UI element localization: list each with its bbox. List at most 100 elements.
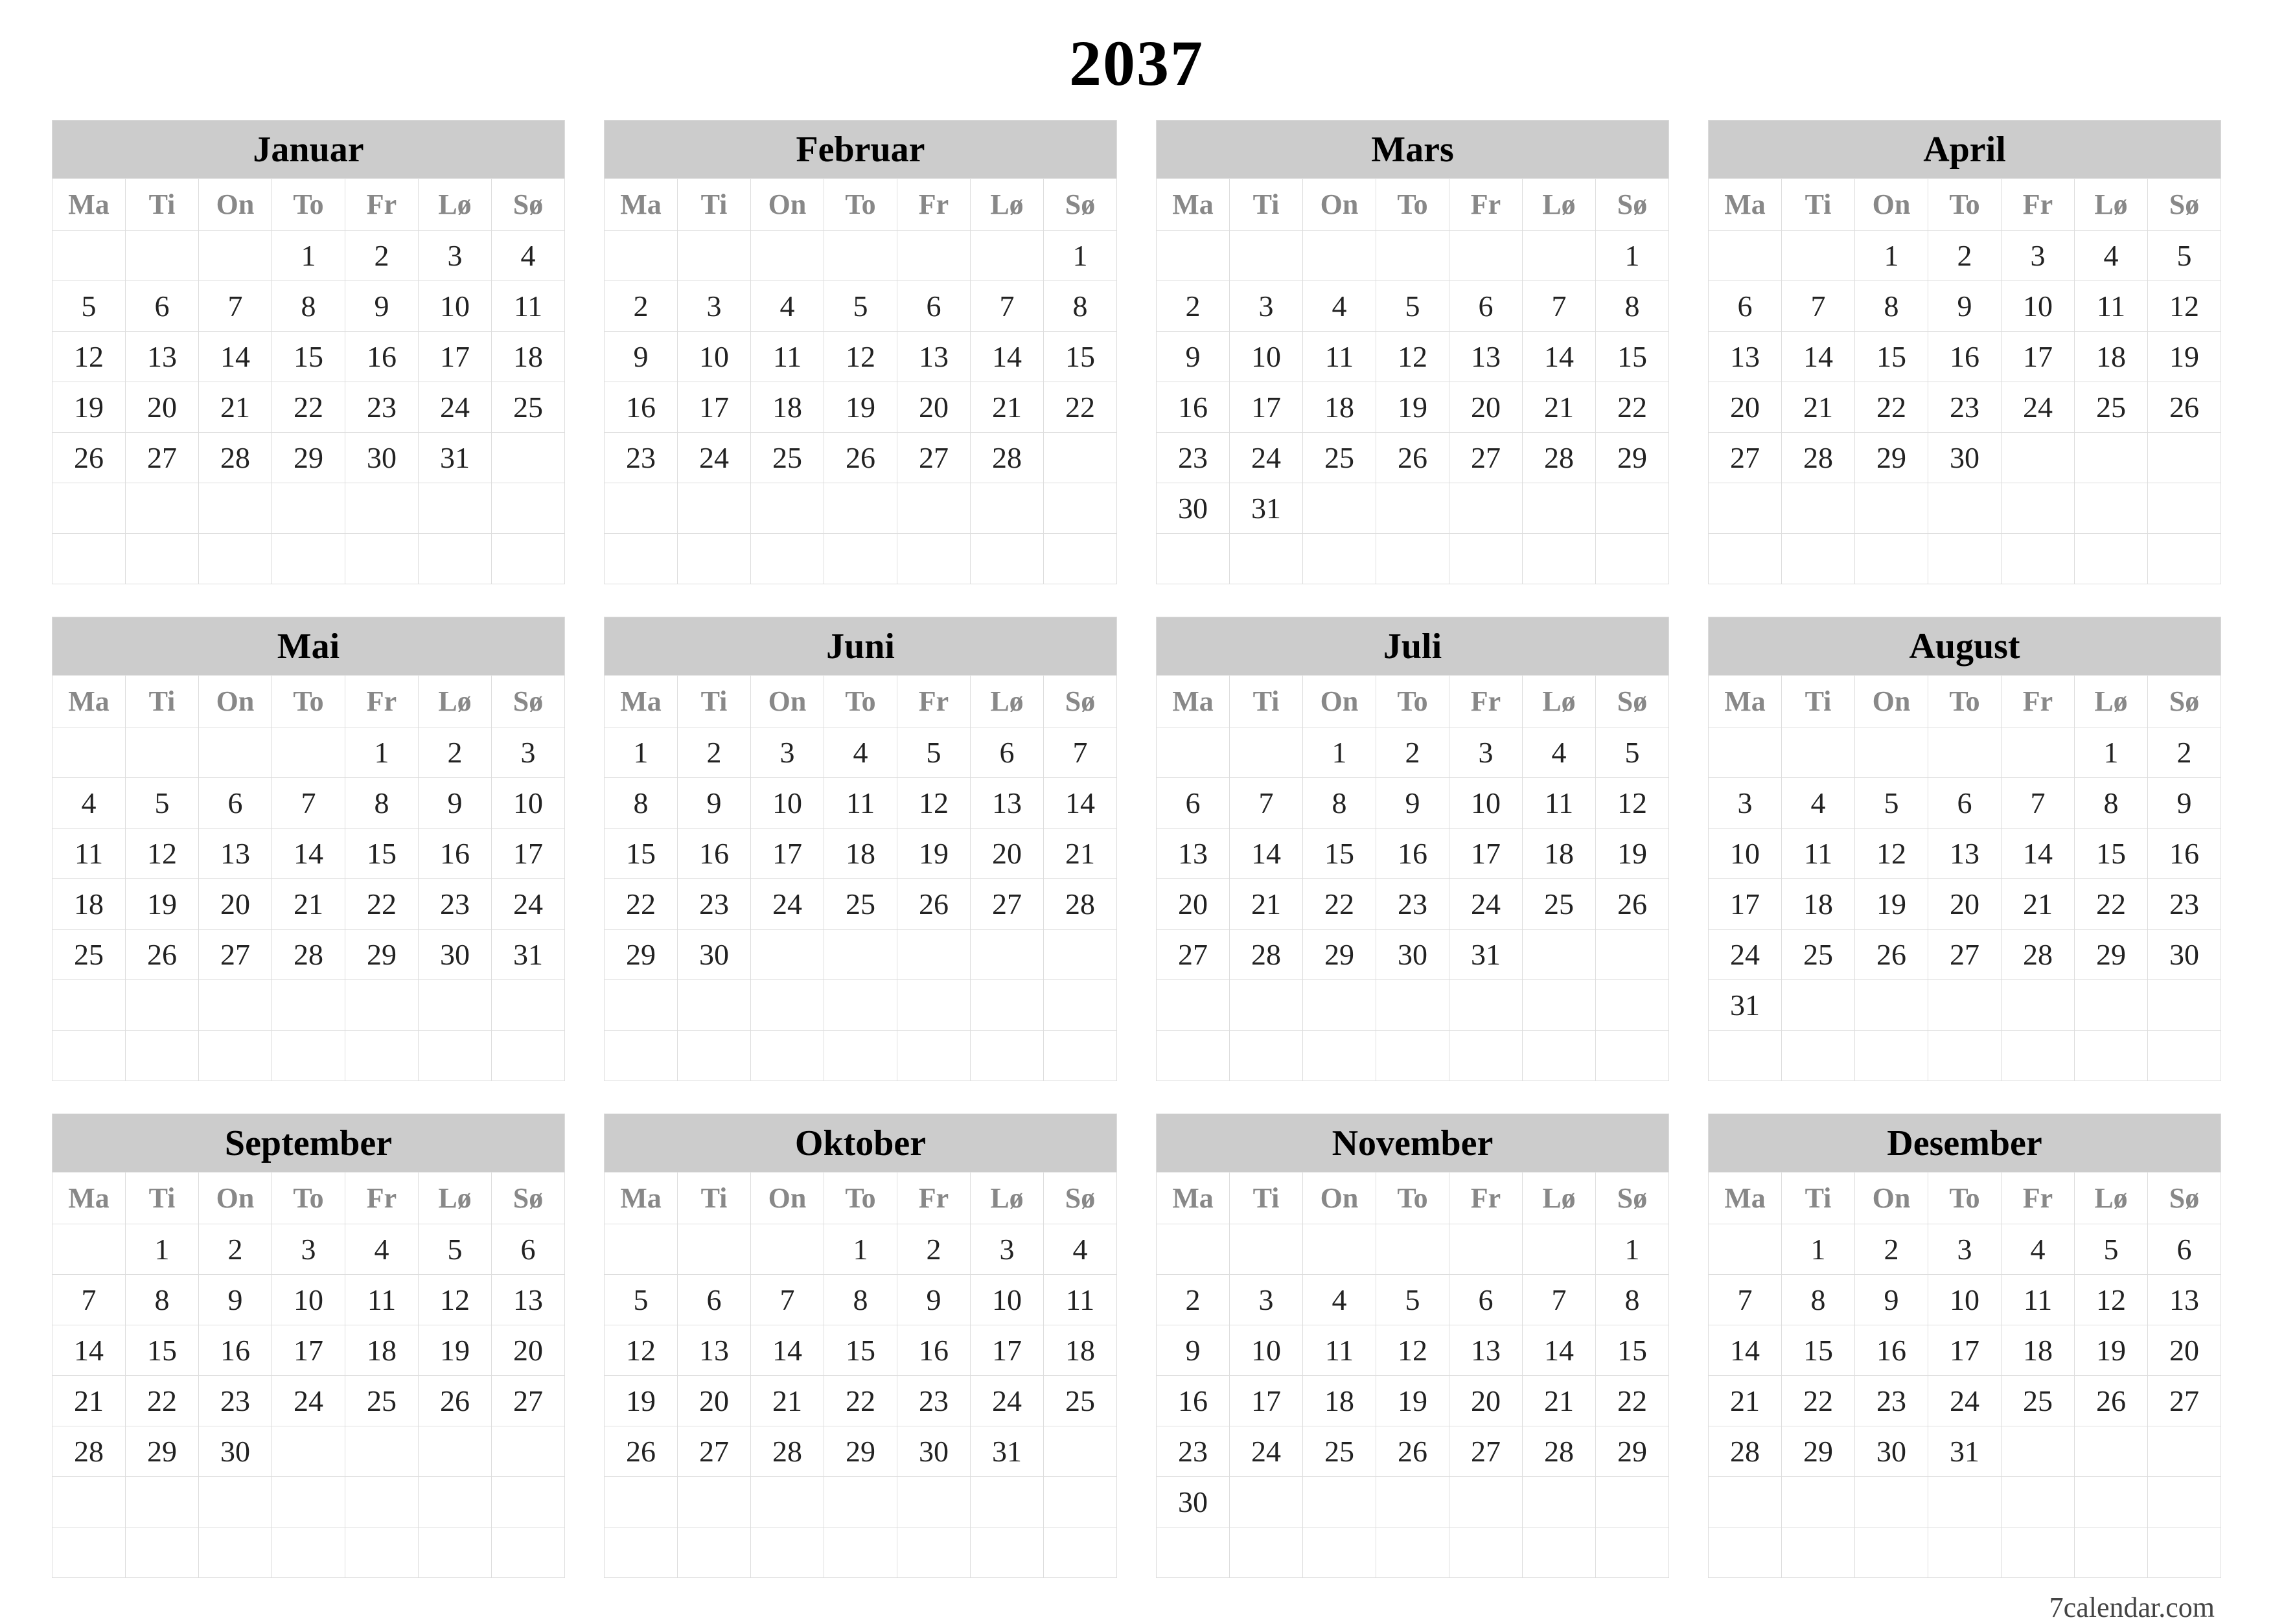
- day-cell: [824, 1477, 897, 1527]
- day-cell: [1449, 483, 1523, 534]
- day-cell: [2002, 1477, 2075, 1527]
- day-cell: [126, 1031, 199, 1081]
- day-cell: 1: [126, 1224, 199, 1275]
- day-cell: [1449, 534, 1523, 584]
- day-cell: [1596, 1031, 1669, 1081]
- day-cell: 4: [1044, 1224, 1117, 1275]
- month-table: NovemberMaTiOnToFrLøSø123456789101112131…: [1156, 1114, 1669, 1578]
- day-cell: 15: [1303, 829, 1376, 879]
- day-cell: 17: [2002, 332, 2075, 382]
- day-cell: 27: [1449, 433, 1523, 483]
- day-cell: 5: [1855, 778, 1928, 829]
- weekday-header: Lø: [1523, 1172, 1596, 1224]
- day-cell: [52, 1224, 126, 1275]
- day-cell: [272, 980, 345, 1031]
- weekday-header: Ma: [1709, 179, 1782, 231]
- day-cell: 14: [1709, 1325, 1782, 1376]
- day-cell: 19: [419, 1325, 492, 1376]
- day-cell: 24: [2002, 382, 2075, 433]
- day-cell: 12: [126, 829, 199, 879]
- day-cell: [1376, 534, 1449, 584]
- day-cell: 12: [419, 1275, 492, 1325]
- month-name: August: [1709, 617, 2221, 676]
- day-cell: [971, 483, 1044, 534]
- day-cell: 5: [824, 281, 897, 332]
- day-cell: 27: [971, 879, 1044, 930]
- day-cell: 20: [1449, 1376, 1523, 1426]
- weekday-header: Lø: [2075, 676, 2148, 727]
- day-cell: [1044, 483, 1117, 534]
- day-cell: 5: [126, 778, 199, 829]
- day-cell: 14: [52, 1325, 126, 1376]
- day-cell: 30: [419, 930, 492, 980]
- day-cell: [2002, 433, 2075, 483]
- day-cell: [1523, 1477, 1596, 1527]
- day-cell: 9: [1157, 1325, 1230, 1376]
- day-cell: [605, 534, 678, 584]
- day-cell: 20: [1928, 879, 2002, 930]
- day-cell: [2002, 727, 2075, 778]
- day-cell: 7: [2002, 778, 2075, 829]
- day-cell: [1928, 1527, 2002, 1578]
- day-cell: [1376, 1224, 1449, 1275]
- day-cell: [1782, 980, 1855, 1031]
- day-cell: 11: [1044, 1275, 1117, 1325]
- day-cell: 13: [126, 332, 199, 382]
- day-cell: [897, 930, 971, 980]
- weekday-header: Ti: [1230, 1172, 1303, 1224]
- weekday-header: Fr: [2002, 179, 2075, 231]
- day-cell: [824, 980, 897, 1031]
- day-cell: 19: [2148, 332, 2221, 382]
- day-cell: 7: [52, 1275, 126, 1325]
- day-cell: [199, 1527, 272, 1578]
- day-cell: 23: [199, 1376, 272, 1426]
- day-cell: 15: [1596, 332, 1669, 382]
- day-cell: 26: [126, 930, 199, 980]
- day-cell: 30: [1157, 483, 1230, 534]
- day-cell: 17: [1449, 829, 1523, 879]
- day-cell: 4: [1523, 727, 1596, 778]
- day-cell: [2002, 1426, 2075, 1477]
- day-cell: 7: [1523, 281, 1596, 332]
- day-cell: [1230, 980, 1303, 1031]
- day-cell: 17: [1230, 1376, 1303, 1426]
- day-cell: 1: [345, 727, 419, 778]
- day-cell: 21: [1523, 1376, 1596, 1426]
- weekday-header: Ma: [1157, 179, 1230, 231]
- day-cell: 18: [2002, 1325, 2075, 1376]
- day-cell: 31: [1709, 980, 1782, 1031]
- day-cell: 10: [492, 778, 565, 829]
- day-cell: [1303, 1527, 1376, 1578]
- day-cell: 22: [272, 382, 345, 433]
- day-cell: [678, 1477, 751, 1527]
- day-cell: 15: [824, 1325, 897, 1376]
- day-cell: [1157, 980, 1230, 1031]
- day-cell: 17: [1230, 382, 1303, 433]
- day-cell: 22: [1855, 382, 1928, 433]
- day-cell: [824, 483, 897, 534]
- day-cell: 26: [1376, 433, 1449, 483]
- day-cell: [1709, 1224, 1782, 1275]
- weekday-header: Ma: [1157, 676, 1230, 727]
- day-cell: [971, 1527, 1044, 1578]
- day-cell: [678, 534, 751, 584]
- day-cell: 23: [897, 1376, 971, 1426]
- day-cell: 11: [345, 1275, 419, 1325]
- day-cell: 13: [1928, 829, 2002, 879]
- weekday-header: On: [1303, 1172, 1376, 1224]
- day-cell: 22: [824, 1376, 897, 1426]
- day-cell: 29: [126, 1426, 199, 1477]
- day-cell: 27: [199, 930, 272, 980]
- day-cell: 14: [1782, 332, 1855, 382]
- day-cell: 19: [126, 879, 199, 930]
- day-cell: 12: [1855, 829, 1928, 879]
- day-cell: 12: [1376, 1325, 1449, 1376]
- day-cell: [1376, 1527, 1449, 1578]
- day-cell: 7: [1782, 281, 1855, 332]
- day-cell: 2: [419, 727, 492, 778]
- day-cell: 17: [1709, 879, 1782, 930]
- day-cell: [1044, 930, 1117, 980]
- day-cell: [1709, 727, 1782, 778]
- day-cell: [1157, 1031, 1230, 1081]
- day-cell: 12: [605, 1325, 678, 1376]
